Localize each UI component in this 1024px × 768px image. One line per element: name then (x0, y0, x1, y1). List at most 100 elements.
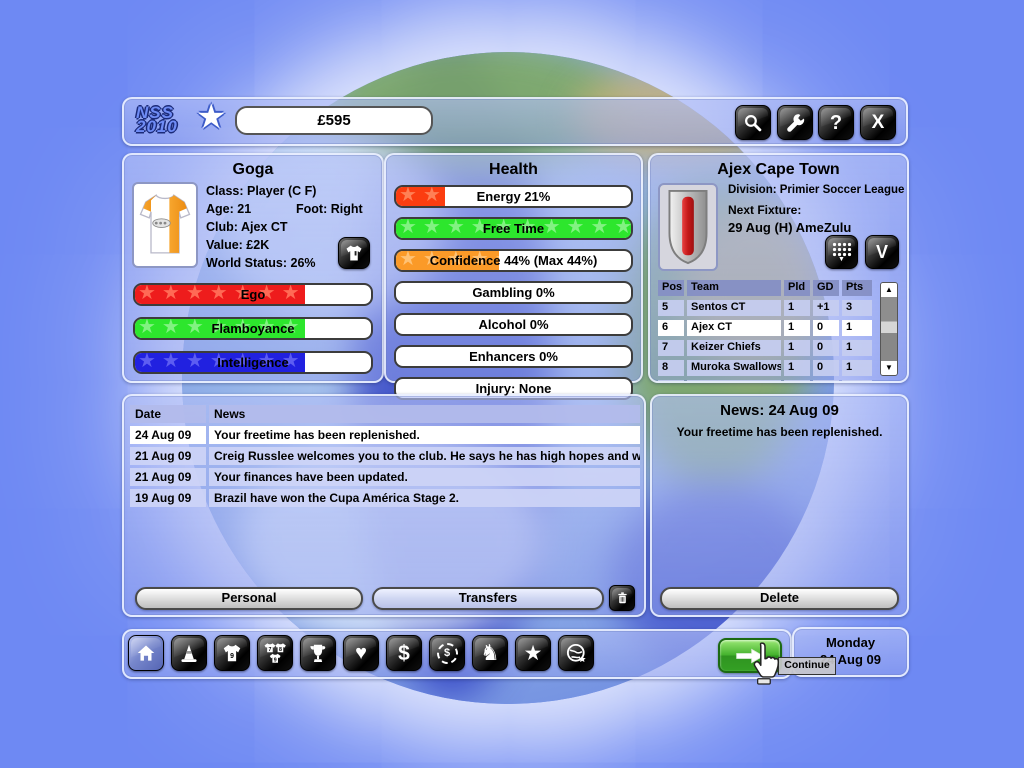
table-cell-partial (658, 380, 684, 382)
news-detail-panel: News: 24 Aug 09 Your freetime has been r… (650, 394, 909, 617)
table-cell: 7 (658, 340, 684, 356)
svg-text:9: 9 (230, 653, 234, 660)
view-button[interactable]: V (865, 235, 899, 269)
player-foot: Foot: Right (296, 202, 363, 216)
news-detail-title: News: 24 Aug 09 (652, 402, 907, 419)
personal-button[interactable]: Personal (135, 587, 363, 610)
kit-button[interactable] (338, 237, 370, 269)
news-row-text[interactable]: Your freetime has been replenished. (209, 426, 640, 444)
casino-chip-icon: $ (437, 643, 458, 664)
club-badge (658, 183, 718, 271)
scroll-up-icon[interactable]: ▲ (881, 283, 897, 297)
world-icon (565, 642, 588, 665)
home-button[interactable] (128, 635, 164, 671)
bar-label: Injury: None (396, 379, 631, 398)
training-button[interactable] (171, 635, 207, 671)
news-row-date[interactable]: 21 Aug 09 (130, 447, 206, 465)
health-title: Health (386, 161, 641, 179)
stat-bar-intelligence: ★★★★★★★★★★ Intelligence (133, 351, 373, 374)
finances-button[interactable]: $ (386, 635, 422, 671)
world-button[interactable] (558, 635, 594, 671)
transfers-button[interactable]: Transfers (372, 587, 604, 610)
bar-label: Gambling 0% (396, 283, 631, 302)
casino-button[interactable]: $ (429, 635, 465, 671)
stat-label: Flamboyance (135, 319, 371, 338)
trash-icon (615, 591, 630, 606)
star-rating-icon: ★ (524, 643, 543, 664)
stat-bar-ego: ★★★★★★★★★★ Ego (133, 283, 373, 306)
health-bar-injury: Injury: None (394, 377, 633, 400)
lifestyle-button[interactable]: ♥ (343, 635, 379, 671)
table-cell: 1 (784, 340, 810, 356)
news-list-panel: Date News 24 Aug 09 Your freetime has be… (122, 394, 646, 617)
scrollbar-track[interactable] (881, 297, 897, 361)
svg-text:7: 7 (268, 647, 271, 653)
player-name: Goga (124, 161, 382, 179)
table-cell-partial (842, 380, 872, 382)
health-bar-energy: ★★★★★★★★★★ Energy 21% (394, 185, 633, 208)
bar-label: Enhancers 0% (396, 347, 631, 366)
skills-button[interactable]: ★ (515, 635, 551, 671)
squad-button[interactable]: 7 8 9 (257, 635, 293, 671)
racing-button[interactable]: ♞ (472, 635, 508, 671)
search-icon (742, 112, 764, 134)
scroll-down-icon[interactable]: ▼ (881, 361, 897, 375)
settings-button[interactable] (777, 105, 813, 140)
player-world-status: World Status: 26% (206, 256, 316, 270)
close-button[interactable]: X (860, 105, 896, 140)
table-cell: 1 (842, 360, 872, 376)
help-button[interactable]: ? (818, 105, 854, 140)
news-detail-body: Your freetime has been replenished. (658, 425, 901, 439)
v-icon: V (876, 243, 888, 261)
health-bar-gambling: Gambling 0% (394, 281, 633, 304)
top-bar: NSS 2010 ★ £595 ? X (122, 97, 908, 146)
table-cell-own-team: 1 (784, 320, 810, 336)
search-button[interactable] (735, 105, 771, 140)
delete-button[interactable]: Delete (660, 587, 899, 610)
col-header-news: News (209, 405, 640, 423)
league-table: Pos Team Pld GD Pts 5 Sentos CT 1 +1 3 6… (658, 280, 872, 382)
news-row-date[interactable]: 21 Aug 09 (130, 468, 206, 486)
table-cell: 1 (784, 300, 810, 316)
bottom-toolbar: 9 7 8 9 (122, 629, 792, 679)
logo-line2: 2010 (136, 120, 178, 134)
table-cell: 3 (842, 300, 872, 316)
news-row-text[interactable]: Brazil have won the Cupa América Stage 2… (209, 489, 640, 507)
formation-button[interactable]: ▼ (825, 235, 858, 269)
table-cell: Sentos CT (687, 300, 781, 316)
next-fixture-label: Next Fixture: (728, 203, 801, 217)
col-header-team: Team (687, 280, 781, 296)
stat-label: Ego (135, 285, 371, 304)
club-button[interactable]: 9 (214, 635, 250, 671)
svg-text:8: 8 (279, 647, 282, 653)
hand-cursor-icon (748, 641, 782, 685)
competitions-button[interactable] (300, 635, 336, 671)
news-row-text[interactable]: Creig Russlee welcomes you to the club. … (209, 447, 640, 465)
table-cell-own-team: Ajex CT (687, 320, 781, 336)
news-row-date[interactable]: 19 Aug 09 (130, 489, 206, 507)
col-header-pts: Pts (842, 280, 872, 296)
bar-label: Energy 21% (396, 187, 631, 206)
news-row-date[interactable]: 24 Aug 09 (130, 426, 206, 444)
player-kit-image (132, 182, 198, 268)
cash-icon: $ (398, 643, 410, 664)
table-cell: 8 (658, 360, 684, 376)
home-icon (135, 642, 157, 664)
stat-bar-flamboyance: ★★★★★★★★★★ Flamboyance (133, 317, 373, 340)
close-icon: X (872, 113, 885, 132)
league-table-scrollbar[interactable]: ▲ ▼ (880, 282, 898, 376)
table-cell: 0 (813, 340, 839, 356)
player-value: Value: £2K (206, 238, 269, 252)
table-cell-own-team: 1 (842, 320, 872, 336)
stat-label: Intelligence (135, 353, 371, 372)
training-cone-icon (178, 642, 200, 664)
col-header-pld: Pld (784, 280, 810, 296)
help-icon: ? (830, 113, 842, 133)
bar-label: Alcohol 0% (396, 315, 631, 334)
horse-racing-icon: ♞ (480, 642, 500, 664)
news-row-text[interactable]: Your finances have been updated. (209, 468, 640, 486)
player-age: Age: 21 (206, 202, 251, 216)
table-cell: 1 (784, 360, 810, 376)
bar-label: Confidence 44% (Max 44%) (396, 251, 631, 270)
delete-news-button[interactable] (609, 585, 635, 611)
